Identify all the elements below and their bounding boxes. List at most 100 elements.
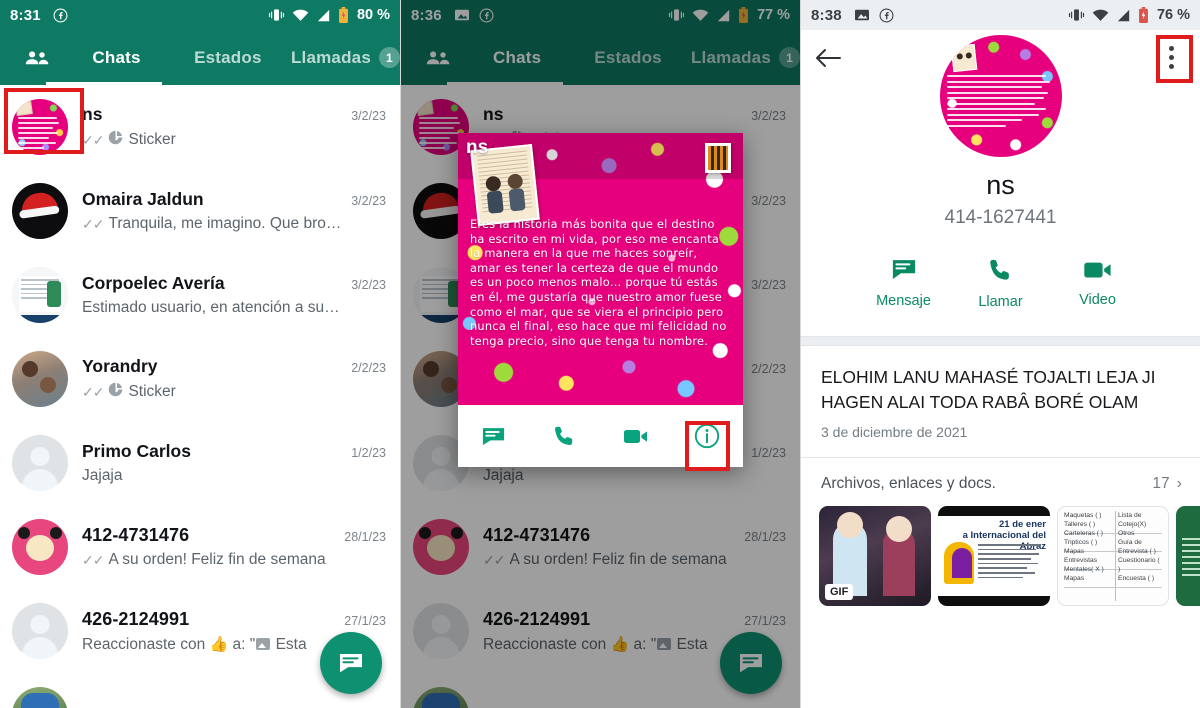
about-date: 3 de diciembre de 2021 [821, 424, 968, 440]
new-chat-fab[interactable] [320, 632, 382, 694]
panel-chat-list-with-popup: 8:36 77 % Chats Estados Llamadas 1 ns 3/… [400, 0, 800, 708]
gif-badge: GIF [825, 584, 854, 600]
popup-info-button[interactable] [672, 422, 743, 450]
status-time: 8:31 [10, 6, 41, 24]
read-ticks-icon: ✓✓ [82, 216, 104, 232]
popup-message-button[interactable] [458, 423, 529, 450]
signal-icon [1116, 9, 1131, 22]
doc-cell: Tripticos ( ) [1064, 539, 1098, 546]
stamp-sticker-icon [705, 143, 731, 173]
popup-photo-text: Eres la historia más bonita que el desti… [470, 217, 727, 348]
message-button-label: Mensaje [876, 293, 931, 309]
contact-avatar[interactable] [939, 35, 1062, 157]
chat-list: ns 3/2/23 ✓✓ Sticker Omaira Jaldun 3/2/2… [0, 85, 400, 708]
about-section[interactable]: ELOHIM LANU MAHASÉ TOJALTI LEJA JI HAGEN… [801, 346, 1200, 457]
chat-time: 1/2/23 [351, 446, 386, 460]
doc-cell: Maquetas ( ) [1064, 512, 1102, 519]
doc-cell: Cuestionario ( ) [1118, 557, 1160, 573]
tab-estados[interactable]: Estados [171, 30, 285, 85]
list-item[interactable]: Omaira Jaldun 3/2/23 ✓✓ Tranquila, me im… [0, 169, 400, 253]
call-button[interactable]: Llamar [952, 257, 1049, 310]
thumbs-up-emoji: 👍 [209, 635, 229, 653]
message-icon [892, 260, 915, 279]
chevron-right-icon: › [1176, 475, 1182, 492]
facebook-icon [53, 8, 68, 23]
contact-phone: 414-1627441 [944, 207, 1057, 228]
avatar[interactable] [12, 519, 68, 575]
avatar[interactable] [12, 687, 68, 708]
media-thumbnail-row: GIF 21 de ener a Internacional del Abraz… [801, 506, 1200, 606]
people-icon[interactable] [12, 49, 62, 67]
call-icon [990, 259, 1009, 280]
popup-action-bar [458, 405, 743, 467]
avatar[interactable] [12, 99, 68, 155]
chat-time: 3/2/23 [351, 278, 386, 292]
three-screenshot-strip: 8:31 80 % Chats Estados Llamadas 1 ns 3/… [0, 0, 1200, 708]
sticker-icon [108, 382, 123, 402]
chat-snippet: Reaccionaste con 👍 a: " Esta [82, 635, 307, 653]
popup-contact-name: ns [466, 137, 489, 158]
chat-snippet: Tranquila, me imagino. Que bro… [108, 215, 342, 232]
read-ticks-icon: ✓✓ [82, 384, 104, 400]
avatar[interactable] [12, 183, 68, 239]
media-thumbnail[interactable]: Maquetas ( ) Talleres ( ) Carteleras ( )… [1057, 506, 1169, 606]
signal-icon [316, 9, 331, 22]
chat-time: 2/2/23 [351, 361, 386, 375]
video-icon [624, 430, 648, 443]
media-thumbnail[interactable]: GIF [819, 506, 931, 606]
chat-snippet: Estimado usuario, en atención a su… [82, 299, 340, 316]
overflow-menu-icon[interactable] [1156, 46, 1186, 69]
contact-photo-preview: ns Eres la historia más bonita que el de… [458, 133, 743, 405]
chat-time: 3/2/23 [351, 194, 386, 208]
list-item[interactable]: Yorandry 2/2/23 ✓✓ Sticker [0, 337, 400, 421]
doc-cell: Talleres ( ) [1064, 521, 1096, 528]
avatar[interactable] [12, 435, 68, 491]
avatar[interactable] [12, 267, 68, 323]
media-count: 17 [1152, 475, 1170, 492]
list-item[interactable]: 412-4731476 28/1/23 ✓✓ A su orden! Feliz… [0, 505, 400, 589]
chat-snippet: Sticker [128, 383, 176, 400]
sticker-icon [108, 130, 123, 150]
status-right-icons: 76 % [1068, 7, 1190, 23]
doc-cell: Guía de Entrevista ( ) [1118, 539, 1156, 555]
tab-chats[interactable]: Chats [62, 30, 170, 85]
poster-title: 21 de ener [999, 519, 1046, 530]
back-arrow-icon[interactable] [815, 48, 859, 68]
list-item[interactable]: Primo Carlos 1/2/23 Jajaja [0, 421, 400, 505]
media-section-header[interactable]: Archivos, enlaces y docs. 17 › [801, 458, 1200, 506]
contact-name: ns [986, 170, 1015, 200]
media-thumbnail[interactable]: 21 de ener a Internacional del Abraz [938, 506, 1050, 606]
list-item[interactable]: ns 3/2/23 ✓✓ Sticker [0, 85, 400, 169]
avatar[interactable] [12, 603, 68, 659]
message-button[interactable]: Mensaje [855, 257, 952, 310]
read-ticks-icon: ✓✓ [82, 132, 104, 148]
vibrate-icon [1068, 8, 1085, 22]
call-icon [555, 426, 573, 445]
wifi-icon [1092, 9, 1109, 22]
avatar[interactable] [12, 351, 68, 407]
media-thumbnail[interactable]: rep [1176, 506, 1200, 606]
facebook-icon [879, 8, 894, 23]
popup-video-button[interactable] [601, 425, 672, 447]
video-button-label: Video [1079, 292, 1116, 308]
vibrate-icon [268, 8, 285, 22]
tab-llamadas-label: Llamadas [290, 47, 371, 67]
chat-name: 412-4731476 [82, 525, 190, 545]
doc-cell: Lista de Cotejo(X) [1118, 512, 1147, 528]
status-bar: 8:38 76 % [801, 0, 1200, 30]
chat-time: 28/1/23 [344, 530, 386, 544]
image-icon [256, 637, 271, 650]
tab-llamadas[interactable]: Llamadas 1 [285, 30, 400, 85]
panel-contact-info: 8:38 76 % ns 414-1627441 Mensaje Llamar … [800, 0, 1200, 708]
doc-cell: Carteleras ( ) [1064, 530, 1104, 537]
status-bar: 8:31 80 % [0, 0, 400, 30]
quick-contact-popup: ns Eres la historia más bonita que el de… [458, 133, 743, 467]
chat-name: ns [82, 104, 103, 124]
whatsapp-tab-bar: Chats Estados Llamadas 1 [0, 30, 400, 85]
list-item[interactable]: Corpoelec Avería 3/2/23 Estimado usuario… [0, 253, 400, 337]
status-left-icons [53, 8, 68, 23]
battery-icon [1138, 7, 1149, 23]
video-button[interactable]: Video [1049, 257, 1146, 310]
chat-snippet: A su orden! Feliz fin de semana [108, 551, 326, 568]
popup-call-button[interactable] [529, 424, 600, 449]
